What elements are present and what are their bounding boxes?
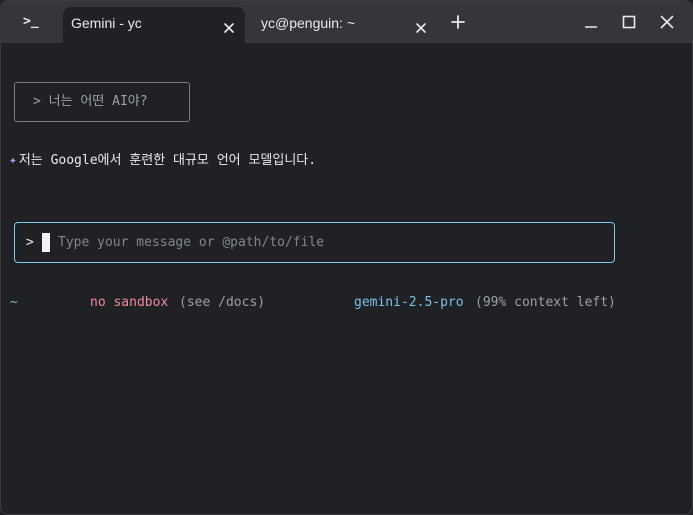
model-name: gemini-2.5-pro — [354, 295, 464, 310]
terminal-window: >_ Gemini - yc yc@penguin: ~ > 너는 어떤 AI야… — [0, 0, 693, 515]
close-icon[interactable] — [413, 15, 429, 33]
tab-label: Gemini - yc — [71, 15, 142, 31]
close-window-button[interactable] — [658, 13, 676, 31]
close-icon[interactable] — [221, 15, 237, 33]
text-cursor — [42, 233, 50, 252]
new-tab-button[interactable] — [449, 13, 467, 31]
sandbox-status: no sandbox — [90, 295, 169, 310]
plus-icon — [451, 15, 465, 29]
prompt-symbol: > — [26, 235, 34, 250]
sandbox-hint: (see /docs) — [179, 295, 266, 310]
response-text: 저는 Google에서 훈련한 대규모 언어 모델입니다. — [18, 153, 317, 168]
tab-gemini[interactable]: Gemini - yc — [63, 7, 245, 43]
status-bar: ~ no sandbox (see /docs) gemini-2.5-pro … — [1, 293, 692, 313]
maximize-icon — [622, 15, 636, 29]
user-query-box: > 너는 어떤 AI야? — [14, 82, 190, 122]
tab-label: yc@penguin: ~ — [261, 15, 355, 31]
maximize-button[interactable] — [620, 13, 638, 31]
title-bar: >_ Gemini - yc yc@penguin: ~ — [1, 1, 692, 43]
current-directory: ~ — [10, 295, 18, 310]
terminal-app-icon[interactable]: >_ — [23, 13, 43, 31]
response-line: ✦ 저는 Google에서 훈련한 대규모 언어 모델입니다. — [9, 151, 316, 171]
user-query-text: > 너는 어떤 AI야? — [33, 94, 148, 109]
sparkle-icon: ✦ — [9, 153, 17, 168]
terminal-content[interactable]: > 너는 어떤 AI야? ✦ 저는 Google에서 훈련한 대규모 언어 모델입… — [1, 43, 692, 514]
tab-penguin-shell[interactable]: yc@penguin: ~ — [251, 7, 441, 43]
minimize-icon — [585, 26, 597, 28]
message-input-box[interactable]: > — [14, 222, 615, 263]
context-remaining: (99% context left) — [475, 295, 616, 310]
minimize-button[interactable] — [582, 13, 600, 31]
message-input[interactable] — [58, 223, 598, 262]
close-icon — [660, 15, 674, 29]
